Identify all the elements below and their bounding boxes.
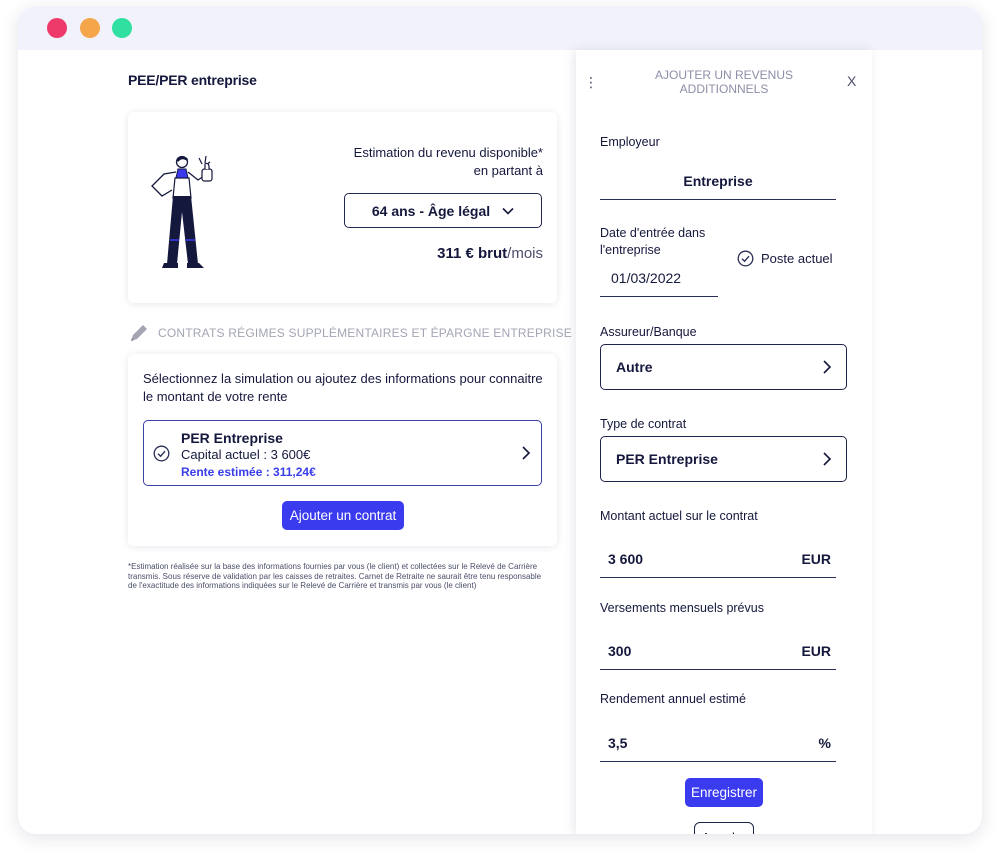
contracts-card: Sélectionnez la simulation ou ajoutez de… bbox=[128, 354, 557, 546]
app-window: PEE/PER entreprise Estimation du revenu … bbox=[18, 6, 982, 834]
contract-capital: Capital actuel : 3 600€ bbox=[181, 447, 311, 462]
current-amount-unit: EUR bbox=[801, 550, 831, 567]
annual-yield-field[interactable]: 3,5 % bbox=[600, 724, 836, 762]
page-title: PEE/PER entreprise bbox=[128, 72, 257, 88]
insurer-value: Autre bbox=[616, 359, 653, 375]
retirement-age-value: 64 ans - Âge légal bbox=[371, 202, 491, 219]
employer-label: Employeur bbox=[600, 135, 660, 149]
save-button[interactable]: Enregistrer bbox=[685, 778, 763, 807]
cancel-button[interactable]: Annuler bbox=[694, 822, 754, 834]
person-thumbs-up-illustration bbox=[151, 155, 213, 268]
window-minimize-button[interactable] bbox=[80, 18, 100, 38]
current-amount-field[interactable]: 3 600 EUR bbox=[600, 540, 836, 578]
contract-item[interactable]: PER Entreprise Capital actuel : 3 600€ R… bbox=[143, 420, 542, 486]
current-amount-label: Montant actuel sur le contrat bbox=[600, 509, 758, 523]
window-maximize-button[interactable] bbox=[112, 18, 132, 38]
close-panel-button[interactable]: X bbox=[847, 73, 856, 89]
check-circle-icon bbox=[153, 445, 170, 462]
current-amount-value: 3 600 bbox=[608, 550, 644, 567]
current-position-label: Poste actuel bbox=[761, 251, 833, 266]
chevron-right-icon bbox=[823, 360, 832, 374]
contract-estimated-annuity: Rente estimée : 311,24€ bbox=[181, 465, 316, 479]
estimated-income-amount: 311 € brut bbox=[437, 245, 508, 262]
main-content: PEE/PER entreprise Estimation du revenu … bbox=[18, 50, 982, 834]
add-income-panel: ⋮ AJOUTER UN REVENUS ADDITIONNELS X Empl… bbox=[576, 50, 872, 834]
panel-title: AJOUTER UN REVENUS ADDITIONNELS bbox=[654, 68, 794, 96]
contract-type-value: PER Entreprise bbox=[616, 451, 718, 467]
current-position-checkbox[interactable]: Poste actuel bbox=[737, 250, 833, 267]
contract-name: PER Entreprise bbox=[181, 430, 283, 446]
monthly-payments-unit: EUR bbox=[801, 642, 831, 659]
monthly-payments-value: 300 bbox=[608, 642, 632, 659]
monthly-payments-field[interactable]: 300 EUR bbox=[600, 632, 836, 670]
contracts-section-title: CONTRATS RÉGIMES SUPPLÉMENTAIRES ET ÉPAR… bbox=[158, 326, 572, 340]
insurer-select[interactable]: Autre bbox=[600, 344, 847, 390]
title-bar bbox=[18, 6, 982, 50]
annual-yield-unit: % bbox=[818, 734, 831, 751]
entry-date-field[interactable]: 01/03/2022 bbox=[600, 259, 718, 297]
contracts-section-header: CONTRATS RÉGIMES SUPPLÉMENTAIRES ET ÉPAR… bbox=[128, 322, 572, 344]
annual-yield-label: Rendement annuel estimé bbox=[600, 692, 746, 706]
income-estimate-card: Estimation du revenu disponible* en part… bbox=[128, 112, 557, 303]
check-circle-icon bbox=[737, 250, 754, 267]
pen-icon bbox=[131, 325, 147, 341]
chevron-down-icon bbox=[502, 207, 514, 215]
income-estimate-label-line2: en partant à bbox=[473, 163, 543, 178]
income-estimate-label: Estimation du revenu disponible* en part… bbox=[303, 144, 543, 180]
monthly-payments-label: Versements mensuels prévus bbox=[600, 601, 764, 615]
more-options-icon[interactable]: ⋮ bbox=[584, 74, 598, 91]
add-contract-button[interactable]: Ajouter un contrat bbox=[282, 501, 404, 530]
employer-field[interactable]: Entreprise bbox=[600, 162, 836, 200]
retirement-age-select[interactable]: 64 ans - Âge légal bbox=[344, 193, 542, 228]
entry-date-label: Date d'entrée dans l'entreprise bbox=[600, 226, 706, 257]
estimated-income-unit: /mois bbox=[507, 245, 543, 262]
disclaimer-text: *Estimation réalisée sur la base des inf… bbox=[128, 562, 542, 591]
chevron-right-icon bbox=[522, 446, 531, 460]
income-estimate-label-line1: Estimation du revenu disponible* bbox=[353, 145, 543, 160]
window-close-button[interactable] bbox=[47, 18, 67, 38]
contract-type-select[interactable]: PER Entreprise bbox=[600, 436, 847, 482]
chevron-right-icon bbox=[823, 452, 832, 466]
insurer-label: Assureur/Banque bbox=[600, 325, 697, 339]
estimated-income: 311 € brut/mois bbox=[437, 245, 543, 262]
contracts-intro-text: Sélectionnez la simulation ou ajoutez de… bbox=[143, 371, 543, 404]
annual-yield-value: 3,5 bbox=[608, 734, 628, 751]
contract-type-label: Type de contrat bbox=[600, 417, 687, 431]
